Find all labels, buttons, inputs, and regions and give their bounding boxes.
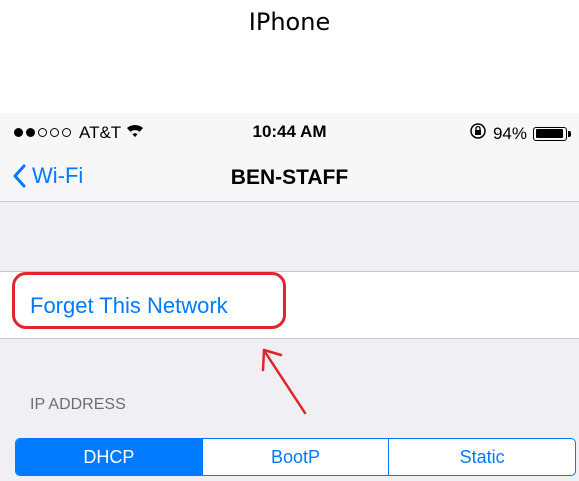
navigation-bar: Wi-Fi BEN-STAFF: [0, 153, 579, 202]
annotation-arrow-icon: [261, 348, 307, 415]
battery-icon: [533, 126, 571, 141]
annotation-highlight: [12, 272, 286, 329]
segment-bootp[interactable]: BootP: [201, 439, 389, 475]
status-right: 94%: [469, 122, 571, 145]
page-title: BEN-STAFF: [230, 166, 349, 189]
segment-static[interactable]: Static: [388, 439, 575, 475]
segment-dhcp[interactable]: DHCP: [16, 439, 202, 475]
status-bar: AT&T 10:44 AM 94%: [0, 113, 579, 153]
battery-percent: 94%: [492, 123, 527, 143]
battery-level: [535, 129, 563, 138]
iphone-screenshot: AT&T 10:44 AM 94% Wi-Fi BEN-STAFF Forget…: [0, 113, 579, 481]
ip-mode-segmented-control: DHCP BootP Static: [15, 438, 576, 476]
rotation-lock-icon: [469, 122, 487, 145]
caption-title: IPhone: [248, 8, 331, 36]
ip-address-section-header: IP ADDRESS: [30, 396, 126, 413]
